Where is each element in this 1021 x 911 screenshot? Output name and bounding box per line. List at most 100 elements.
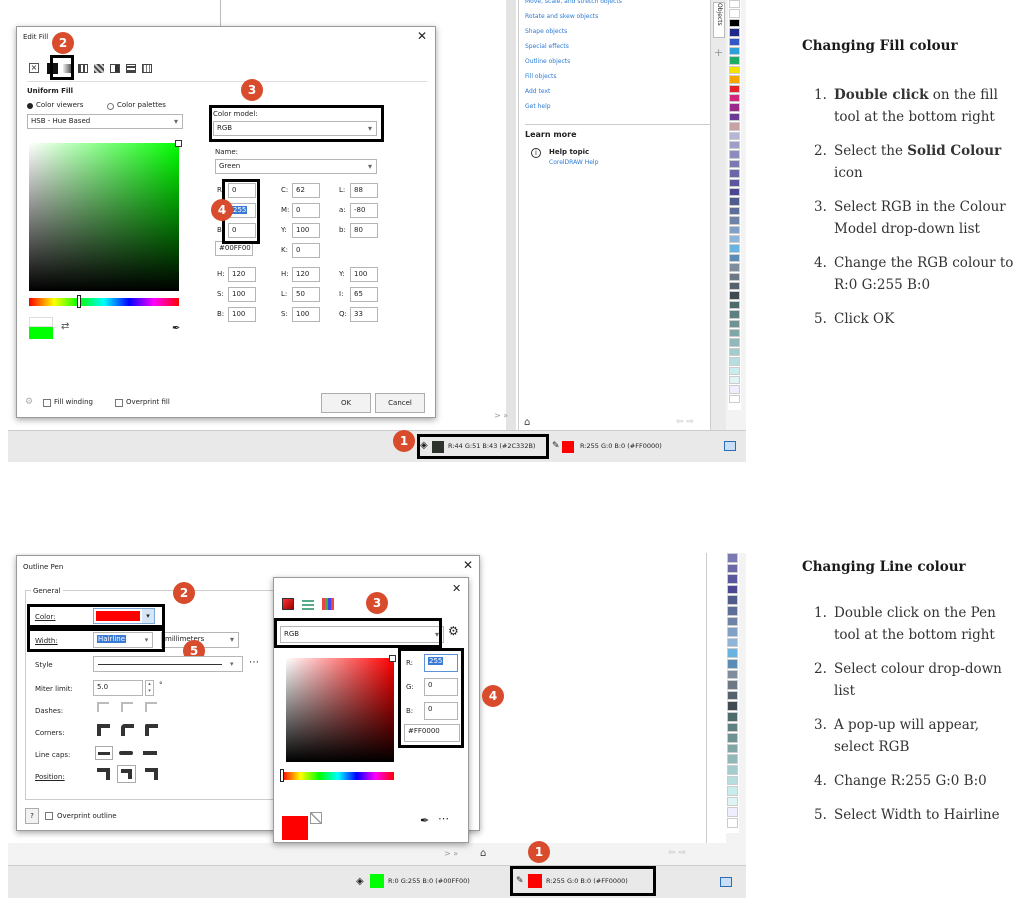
- inside-position-icon[interactable]: [145, 768, 158, 780]
- palette-swatch[interactable]: [729, 366, 740, 375]
- palette-swatch[interactable]: [729, 150, 740, 159]
- palette-swatch[interactable]: [727, 595, 738, 605]
- round-corner-icon[interactable]: [121, 724, 134, 736]
- dash-option-icon[interactable]: [121, 702, 133, 712]
- palette-swatch[interactable]: [727, 712, 738, 722]
- c-input[interactable]: 62: [292, 183, 320, 198]
- overprint-outline-checkbox[interactable]: [45, 812, 53, 820]
- palette-swatch[interactable]: [727, 680, 738, 690]
- palette-swatch[interactable]: [729, 56, 740, 65]
- yiq-y-input[interactable]: 100: [350, 267, 378, 282]
- palette-swatch[interactable]: [729, 347, 740, 357]
- style-select[interactable]: ▾: [93, 656, 243, 672]
- palette-swatch[interactable]: [729, 216, 740, 225]
- page-nav-arrows[interactable]: > »: [444, 849, 458, 858]
- palette-swatch[interactable]: [729, 376, 740, 385]
- color-picker-area[interactable]: [29, 143, 179, 291]
- close-icon[interactable]: ✕: [417, 29, 427, 43]
- palette-swatch[interactable]: [727, 818, 738, 828]
- lock-icon[interactable]: ⌂: [524, 417, 530, 428]
- color-palettes-tab-icon[interactable]: [322, 598, 334, 610]
- palette-swatch[interactable]: [727, 690, 738, 701]
- palette-swatch[interactable]: [727, 722, 738, 733]
- hls-h-input[interactable]: 120: [292, 267, 320, 282]
- popup-hue-thumb[interactable]: [280, 769, 284, 782]
- vector-pattern-icon[interactable]: [78, 64, 88, 73]
- close-icon[interactable]: ✕: [452, 582, 461, 595]
- m-input[interactable]: 0: [292, 203, 320, 218]
- palette-swatch[interactable]: [729, 94, 740, 103]
- popup-hue-slider[interactable]: [282, 772, 394, 780]
- hint-link[interactable]: Shape objects: [525, 24, 715, 39]
- color-palette[interactable]: [726, 553, 739, 833]
- name-select[interactable]: Green: [215, 159, 377, 174]
- hint-link[interactable]: Get help: [525, 99, 715, 114]
- palette-swatch[interactable]: [729, 141, 740, 150]
- color-viewer-tab-icon[interactable]: [282, 598, 294, 610]
- palette-swatch[interactable]: [727, 669, 738, 680]
- hsb-h-input[interactable]: 120: [228, 267, 256, 282]
- palette-swatch[interactable]: [727, 563, 738, 574]
- color-manager-icon[interactable]: [720, 877, 732, 887]
- scroll-arrows[interactable]: ⇦ ⇨: [676, 417, 694, 427]
- palette-swatch[interactable]: [729, 310, 740, 319]
- palette-swatch[interactable]: [727, 637, 738, 648]
- palette-swatch[interactable]: [729, 188, 740, 197]
- dash-option-icon[interactable]: [97, 702, 109, 712]
- bitmap-pattern-icon[interactable]: [94, 64, 104, 73]
- popup-more-icon[interactable]: ⋯: [438, 812, 449, 825]
- color-sliders-tab-icon[interactable]: [302, 598, 314, 610]
- lab-b-input[interactable]: 80: [350, 223, 378, 238]
- palette-swatch[interactable]: [729, 159, 740, 169]
- miter-corner-icon[interactable]: [97, 724, 110, 736]
- palette-swatch[interactable]: [727, 553, 738, 563]
- popup-picker-handle[interactable]: [389, 655, 396, 662]
- hint-link[interactable]: Special effects: [525, 39, 715, 54]
- y-input[interactable]: 100: [292, 223, 320, 238]
- palette-swatch[interactable]: [727, 648, 738, 658]
- palette-swatch[interactable]: [729, 282, 740, 291]
- hsb-b-input[interactable]: 100: [228, 307, 256, 322]
- add-tab-icon[interactable]: +: [714, 46, 723, 59]
- yiq-i-input[interactable]: 65: [350, 287, 378, 302]
- swap-colors-icon[interactable]: ⇄: [61, 321, 69, 332]
- help-topic-link[interactable]: CorelDRAW Help: [549, 159, 598, 166]
- hint-link[interactable]: Outline objects: [525, 54, 715, 69]
- miter-input[interactable]: 5.0: [93, 680, 143, 696]
- hint-link[interactable]: Add text: [525, 84, 715, 99]
- picker-handle[interactable]: [175, 140, 182, 147]
- palette-swatch[interactable]: [729, 84, 740, 93]
- palette-swatch[interactable]: [729, 385, 740, 394]
- palette-swatch[interactable]: [727, 765, 738, 775]
- settings-gear-icon[interactable]: ⚙: [25, 397, 33, 407]
- lab-l-input[interactable]: 88: [350, 183, 378, 198]
- hsb-s-input[interactable]: 100: [228, 287, 256, 302]
- radio-color-palettes[interactable]: [107, 103, 114, 110]
- viewer-select[interactable]: HSB - Hue Based: [27, 114, 183, 129]
- page-nav-arrows[interactable]: > »: [494, 411, 508, 420]
- close-icon[interactable]: ✕: [463, 558, 473, 572]
- palette-swatch[interactable]: [729, 291, 740, 300]
- palette-swatch[interactable]: [729, 329, 740, 338]
- palette-swatch[interactable]: [729, 122, 740, 131]
- fill-tool-icon[interactable]: ◈: [356, 876, 364, 887]
- help-button[interactable]: ?: [25, 808, 39, 824]
- bevel-corner-icon[interactable]: [145, 724, 158, 736]
- popup-no-color-swatch[interactable]: [310, 812, 322, 824]
- palette-swatch[interactable]: [729, 300, 740, 310]
- palette-swatch[interactable]: [727, 775, 738, 786]
- palette-swatch[interactable]: [729, 0, 740, 9]
- popup-color-picker-area[interactable]: [286, 658, 394, 762]
- palette-swatch[interactable]: [729, 103, 740, 112]
- lab-a-input[interactable]: -80: [350, 203, 378, 218]
- hint-link[interactable]: Fill objects: [525, 69, 715, 84]
- palette-swatch[interactable]: [727, 616, 738, 627]
- butt-cap-icon[interactable]: [95, 746, 113, 760]
- palette-swatch[interactable]: [727, 796, 738, 807]
- palette-swatch[interactable]: [729, 75, 740, 84]
- pen-tool-icon[interactable]: ✎: [552, 441, 560, 451]
- objects-tab[interactable]: Objects: [713, 2, 725, 38]
- no-fill-icon[interactable]: ⨯: [29, 63, 39, 73]
- hint-link[interactable]: Move, scale, and stretch objects: [525, 0, 715, 9]
- palette-swatch[interactable]: [727, 606, 738, 616]
